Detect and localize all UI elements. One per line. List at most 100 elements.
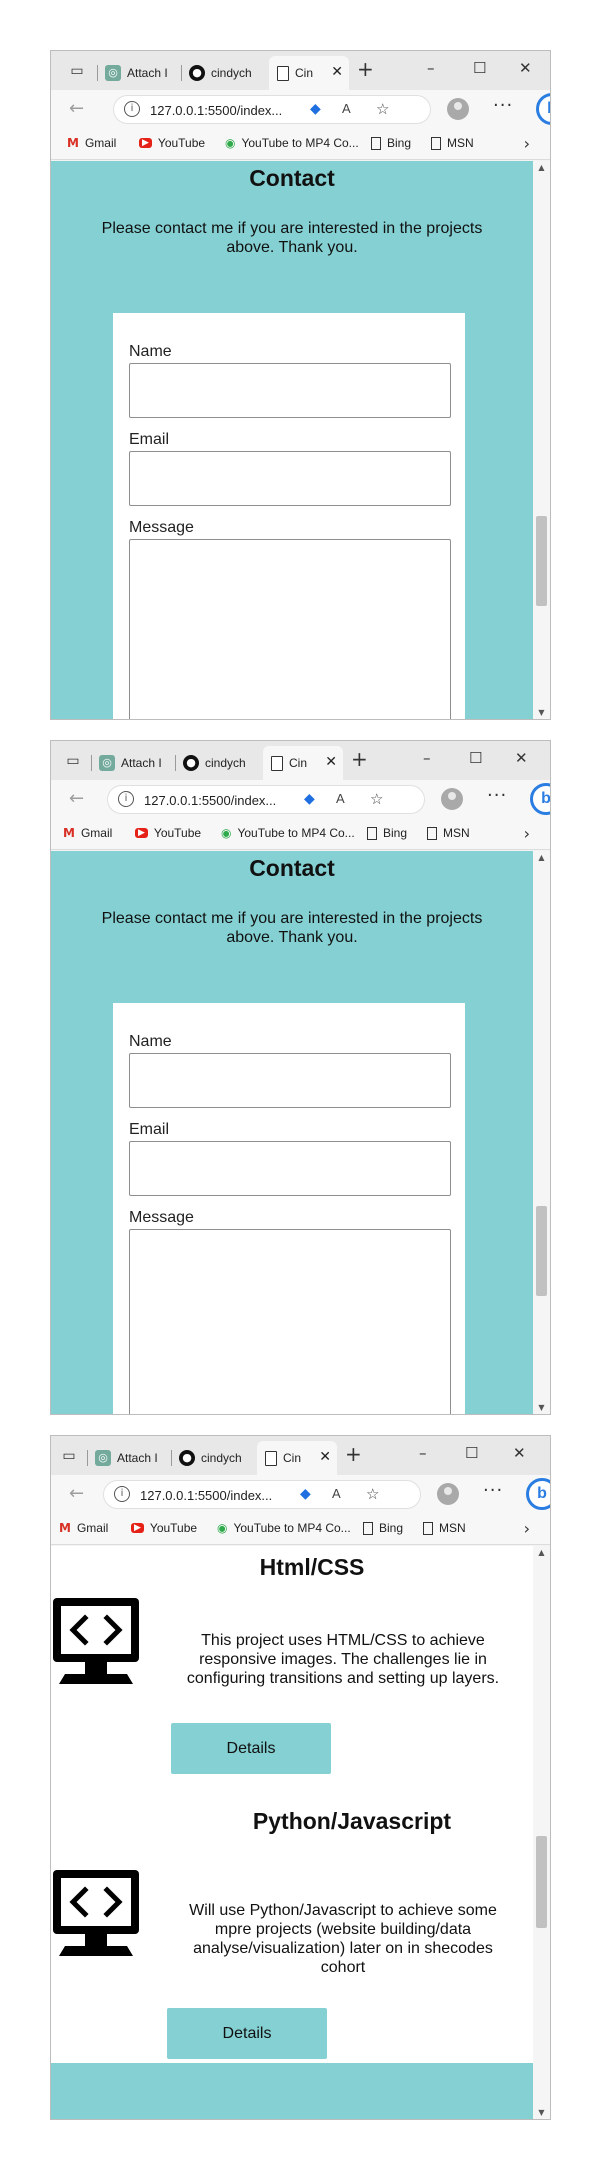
info-icon[interactable]: i [124,101,140,117]
details-button[interactable]: Details [171,1723,331,1774]
email-input[interactable] [129,1141,451,1196]
favorite-gmail[interactable]: M Gmail [59,1521,108,1535]
add-favorite-icon[interactable]: ☆ [366,1485,379,1503]
favorite-label: YouTube [149,1521,198,1535]
profile-avatar[interactable] [437,1483,459,1505]
back-arrow-icon[interactable]: ← [69,788,84,809]
favorites-overflow-icon[interactable]: › [524,824,530,843]
minimize-icon[interactable]: – [427,59,435,77]
maximize-icon[interactable]: ☐ [473,59,486,77]
name-label: Name [129,1033,172,1050]
tab-current[interactable]: Cin ✕ [257,1441,337,1475]
vertical-scrollbar[interactable]: ▲ ▼ [533,1546,550,2119]
bing-chat-icon[interactable]: b [536,93,550,125]
minimize-icon[interactable]: – [419,1444,427,1462]
scroll-up-icon[interactable]: ▲ [533,163,550,172]
favorite-msn[interactable]: MSN [427,826,470,840]
address-bar[interactable]: i 127.0.0.1:5500/index... ◆ A ☆ [103,1480,421,1509]
new-tab-icon[interactable]: + [345,1444,362,1464]
favorite-msn[interactable]: MSN [431,136,474,150]
address-bar[interactable]: i 127.0.0.1:5500/index... ◆ A ☆ [113,95,431,124]
tab-github[interactable]: ● cindych [179,1441,255,1475]
add-favorite-icon[interactable]: ☆ [376,100,389,118]
scroll-up-icon[interactable]: ▲ [533,853,550,862]
bing-chat-icon[interactable]: b [530,783,550,815]
favorite-bing[interactable]: Bing [371,136,411,150]
add-favorite-icon[interactable]: ☆ [370,790,383,808]
bing-chat-icon[interactable]: b [526,1478,550,1510]
message-textarea[interactable] [129,1229,451,1414]
scroll-up-icon[interactable]: ▲ [533,1548,550,1557]
more-options-icon[interactable]: ··· [493,95,513,116]
message-textarea[interactable] [129,539,451,719]
read-aloud-icon[interactable]: A [342,101,351,116]
favorites-overflow-icon[interactable]: › [524,1519,530,1538]
favorite-bing[interactable]: Bing [367,826,407,840]
favorite-youtube-mp4[interactable]: ◉ YouTube to MP4 Co... [217,1521,351,1535]
more-options-icon[interactable]: ··· [483,1480,503,1501]
tab-attach[interactable]: ◎ Attach I [99,746,171,780]
info-icon[interactable]: i [118,791,134,807]
maximize-icon[interactable]: ☐ [469,749,482,767]
tab-actions-icon[interactable]: ▭ [63,751,83,771]
favorite-youtube[interactable]: ▶ YouTube [135,826,201,840]
maximize-icon[interactable]: ☐ [465,1444,478,1462]
more-options-icon[interactable]: ··· [487,785,507,806]
tab-attach[interactable]: ◎ Attach I [95,1441,167,1475]
favorite-youtube-mp4[interactable]: ◉ YouTube to MP4 Co... [221,826,355,840]
scroll-thumb[interactable] [536,516,547,606]
profile-avatar[interactable] [441,788,463,810]
close-window-icon[interactable]: ✕ [519,59,532,77]
url-text[interactable]: 127.0.0.1:5500/index... [144,793,276,808]
tab-current[interactable]: Cin ✕ [263,746,343,780]
scroll-down-icon[interactable]: ▼ [533,1403,550,1412]
name-input[interactable] [129,363,451,418]
vertical-scrollbar[interactable]: ▲ ▼ [533,161,550,719]
close-window-icon[interactable]: ✕ [513,1444,526,1462]
back-arrow-icon[interactable]: ← [69,1483,84,1504]
close-tab-icon[interactable]: ✕ [331,64,343,80]
tab-attach[interactable]: ◎ Attach I [105,56,177,90]
chatgpt-icon: ◎ [95,1450,111,1466]
details-button[interactable]: Details [167,2008,327,2059]
name-input[interactable] [129,1053,451,1108]
new-tab-icon[interactable]: + [351,749,368,769]
new-tab-icon[interactable]: + [357,59,374,79]
tab-current[interactable]: Cin ✕ [269,56,349,90]
favorite-msn[interactable]: MSN [423,1521,466,1535]
email-input[interactable] [129,451,451,506]
minimize-icon[interactable]: – [423,749,431,767]
favorite-label: YouTube [153,826,202,840]
favorite-youtube[interactable]: ▶ YouTube [131,1521,197,1535]
favorite-gmail[interactable]: M Gmail [63,826,112,840]
price-tag-icon[interactable]: ◆ [300,1486,311,1502]
scroll-down-icon[interactable]: ▼ [533,708,550,717]
back-arrow-icon[interactable]: ← [69,98,84,119]
favorite-bing[interactable]: Bing [363,1521,403,1535]
favorites-overflow-icon[interactable]: › [524,134,530,153]
tab-actions-icon[interactable]: ▭ [67,61,87,81]
scroll-thumb[interactable] [536,1206,547,1296]
scroll-thumb[interactable] [536,1836,547,1928]
price-tag-icon[interactable]: ◆ [304,791,315,807]
url-text[interactable]: 127.0.0.1:5500/index... [140,1488,272,1503]
close-tab-icon[interactable]: ✕ [325,754,337,770]
favorite-gmail[interactable]: M Gmail [67,136,116,150]
close-tab-icon[interactable]: ✕ [319,1449,331,1465]
read-aloud-icon[interactable]: A [332,1486,341,1501]
price-tag-icon[interactable]: ◆ [310,101,321,117]
url-text[interactable]: 127.0.0.1:5500/index... [150,103,282,118]
tab-github[interactable]: ● cindych [183,746,259,780]
scroll-down-icon[interactable]: ▼ [533,2108,550,2117]
profile-avatar[interactable] [447,98,469,120]
close-window-icon[interactable]: ✕ [515,749,528,767]
favorite-youtube-mp4[interactable]: ◉ YouTube to MP4 Co... [225,136,359,150]
read-aloud-icon[interactable]: A [336,791,345,806]
favorite-youtube[interactable]: ▶ YouTube [139,136,205,150]
address-bar[interactable]: i 127.0.0.1:5500/index... ◆ A ☆ [107,785,425,814]
info-icon[interactable]: i [114,1486,130,1502]
tab-actions-icon[interactable]: ▭ [59,1446,79,1466]
contact-title: Contact [249,855,335,881]
tab-github[interactable]: ● cindych [189,56,267,90]
vertical-scrollbar[interactable]: ▲ ▼ [533,851,550,1414]
